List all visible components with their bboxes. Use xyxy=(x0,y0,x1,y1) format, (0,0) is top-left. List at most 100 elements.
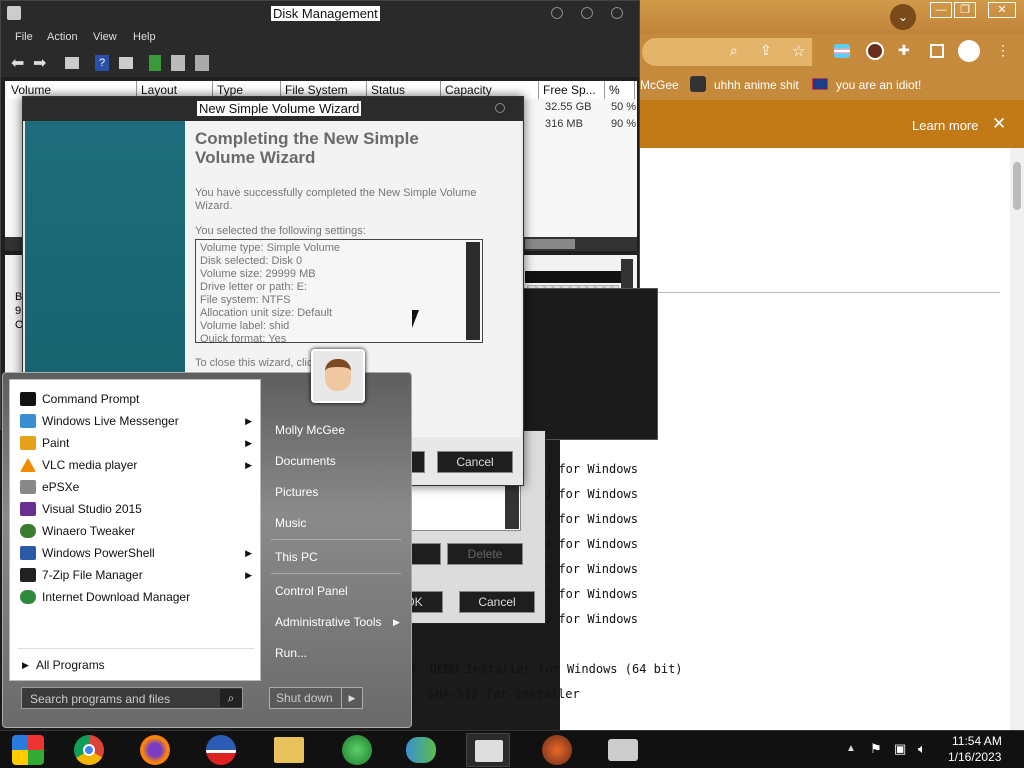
clock-time[interactable]: 11:54 AM xyxy=(952,734,1002,748)
view-icon[interactable] xyxy=(195,55,209,71)
program-visual-studio[interactable]: Visual Studio 2015 xyxy=(16,498,256,520)
firefox-taskbar-button[interactable] xyxy=(132,733,176,767)
scrollbar-thumb[interactable] xyxy=(525,239,575,249)
disk-management-taskbar-button[interactable] xyxy=(466,733,510,767)
bookmark-item[interactable]: uhhh anime shit xyxy=(714,78,799,92)
people-taskbar-button[interactable] xyxy=(398,733,442,767)
menu-view[interactable]: View xyxy=(93,31,117,43)
program-winaero-tweaker[interactable]: Winaero Tweaker xyxy=(16,520,256,542)
column-percent-free[interactable]: % Fr xyxy=(605,81,635,99)
idm-taskbar-button[interactable] xyxy=(334,733,378,767)
program-idm[interactable]: Internet Download Manager xyxy=(16,586,256,608)
maximize-button[interactable] xyxy=(581,7,593,19)
puzzle-icon[interactable]: ✚ xyxy=(898,42,910,59)
star-icon[interactable]: ☆ xyxy=(792,42,805,60)
sha-link[interactable]: SHA-512 for installer xyxy=(428,687,580,705)
volume-icon[interactable]: 🔈︎ xyxy=(918,741,926,757)
program-command-prompt[interactable]: Command Prompt xyxy=(16,388,256,410)
page-scrollbar[interactable] xyxy=(1010,148,1024,730)
chrome-taskbar-button[interactable] xyxy=(66,733,110,767)
check-icon[interactable] xyxy=(171,55,185,71)
program-7zip[interactable]: 7-Zip File Manager ▶ xyxy=(16,564,256,586)
search-icon[interactable]: ⌕ xyxy=(220,689,242,707)
sidepanel-icon[interactable] xyxy=(930,44,944,58)
pictures-link[interactable]: Pictures xyxy=(275,485,318,499)
user-avatar[interactable] xyxy=(311,349,365,403)
search-icon[interactable]: ⌕ xyxy=(730,42,738,59)
delete-button[interactable]: Delete xyxy=(447,543,523,565)
start-button[interactable] xyxy=(6,733,50,767)
forward-icon[interactable]: ➡ xyxy=(33,53,46,73)
list-scrollbar[interactable] xyxy=(505,485,519,529)
bookmark-item[interactable]: McGee xyxy=(640,78,679,92)
submenu-arrow-icon: ▶ xyxy=(245,416,252,426)
share-icon[interactable]: ⇪ xyxy=(760,42,772,59)
this-pc-link[interactable]: This PC xyxy=(275,550,318,564)
account-icon[interactable] xyxy=(958,40,980,62)
search-placeholder: Search programs and files xyxy=(30,692,171,706)
wizard-close-button[interactable] xyxy=(495,103,505,113)
file-explorer-taskbar-button[interactable] xyxy=(266,733,310,767)
program-powershell[interactable]: Windows PowerShell ▶ xyxy=(16,542,256,564)
user-name[interactable]: Molly McGee xyxy=(275,423,345,437)
obama-taskbar-button[interactable] xyxy=(198,733,242,767)
properties-icon[interactable] xyxy=(119,57,133,69)
back-icon[interactable]: ⬅ xyxy=(11,53,24,73)
tray-overflow-icon[interactable]: ▲ xyxy=(846,743,856,754)
omnibox[interactable] xyxy=(642,38,812,66)
program-windows-live-messenger[interactable]: Windows Live Messenger ▶ xyxy=(16,410,256,432)
all-programs[interactable]: ▶ All Programs xyxy=(16,654,256,676)
run-link[interactable]: Run... xyxy=(275,646,307,660)
kebab-menu-icon[interactable]: ⋮ xyxy=(996,42,1010,59)
installer-link[interactable]: M QEMU Installer for Windows (64 bit) xyxy=(408,662,683,680)
minimize-button[interactable]: — xyxy=(930,2,952,18)
download-row[interactable]: U for Windows xyxy=(544,587,638,605)
control-panel-link[interactable]: Control Panel xyxy=(275,584,348,598)
close-button[interactable] xyxy=(611,7,623,19)
program-epsxe[interactable]: ePSXe xyxy=(16,476,256,498)
administrative-tools-link[interactable]: Administrative Tools xyxy=(275,615,382,629)
menu-action[interactable]: Action xyxy=(47,31,78,43)
program-label: Command Prompt xyxy=(42,392,140,406)
scanner-taskbar-button[interactable] xyxy=(600,733,644,767)
maximize-button[interactable]: ❐ xyxy=(954,2,976,18)
documents-link[interactable]: Documents xyxy=(275,454,336,468)
extension-avatar-icon[interactable] xyxy=(866,42,884,60)
settings-scrollbar[interactable] xyxy=(466,242,480,340)
refresh-icon[interactable] xyxy=(149,55,161,71)
bookmark-item[interactable]: you are an idiot! xyxy=(836,78,921,92)
menu-file[interactable]: File xyxy=(15,31,33,43)
minimize-button[interactable] xyxy=(551,7,563,19)
extension-flag-icon[interactable] xyxy=(834,44,850,58)
program-paint[interactable]: Paint ▶ xyxy=(16,432,256,454)
program-vlc[interactable]: VLC media player ▶ xyxy=(16,454,256,476)
clock-date[interactable]: 1/16/2023 xyxy=(948,750,1001,764)
cancel-button[interactable]: Cancel xyxy=(459,591,535,613)
shutdown-button[interactable]: Shut down xyxy=(269,687,349,709)
shutdown-options-button[interactable]: ▶ xyxy=(341,687,363,709)
app-taskbar-button[interactable] xyxy=(534,733,578,767)
flag-icon[interactable]: ⚑ xyxy=(870,741,882,757)
download-row[interactable]: U for Windows xyxy=(544,537,638,555)
network-icon[interactable]: ▣ xyxy=(894,741,906,757)
scrollbar-thumb[interactable] xyxy=(1013,162,1021,210)
console-tree-icon[interactable] xyxy=(65,57,79,69)
help-icon[interactable]: ? xyxy=(95,55,109,71)
scanner-icon xyxy=(608,739,638,761)
menu-help[interactable]: Help xyxy=(133,31,156,43)
search-box[interactable]: Search programs and files ⌕ xyxy=(21,687,243,709)
column-free-space[interactable]: Free Sp... xyxy=(539,81,605,99)
submenu-arrow-icon: ▶ xyxy=(245,460,252,470)
program-label: Windows Live Messenger xyxy=(42,414,179,428)
close-button[interactable]: ✕ xyxy=(988,2,1016,18)
download-row[interactable]: U for Windows xyxy=(544,612,638,630)
download-row[interactable]: U for Windows xyxy=(544,462,638,480)
download-row[interactable]: U for Windows xyxy=(544,562,638,580)
download-row[interactable]: U for Windows xyxy=(544,512,638,530)
music-link[interactable]: Music xyxy=(275,516,306,530)
profile-dropdown-icon[interactable]: ⌄ xyxy=(890,4,916,30)
close-infobar-icon[interactable]: ✕ xyxy=(992,114,1006,134)
learn-more-link[interactable]: Learn more xyxy=(912,118,978,133)
download-row[interactable]: U for Windows xyxy=(544,487,638,505)
wizard-cancel-button[interactable]: Cancel xyxy=(437,451,513,473)
